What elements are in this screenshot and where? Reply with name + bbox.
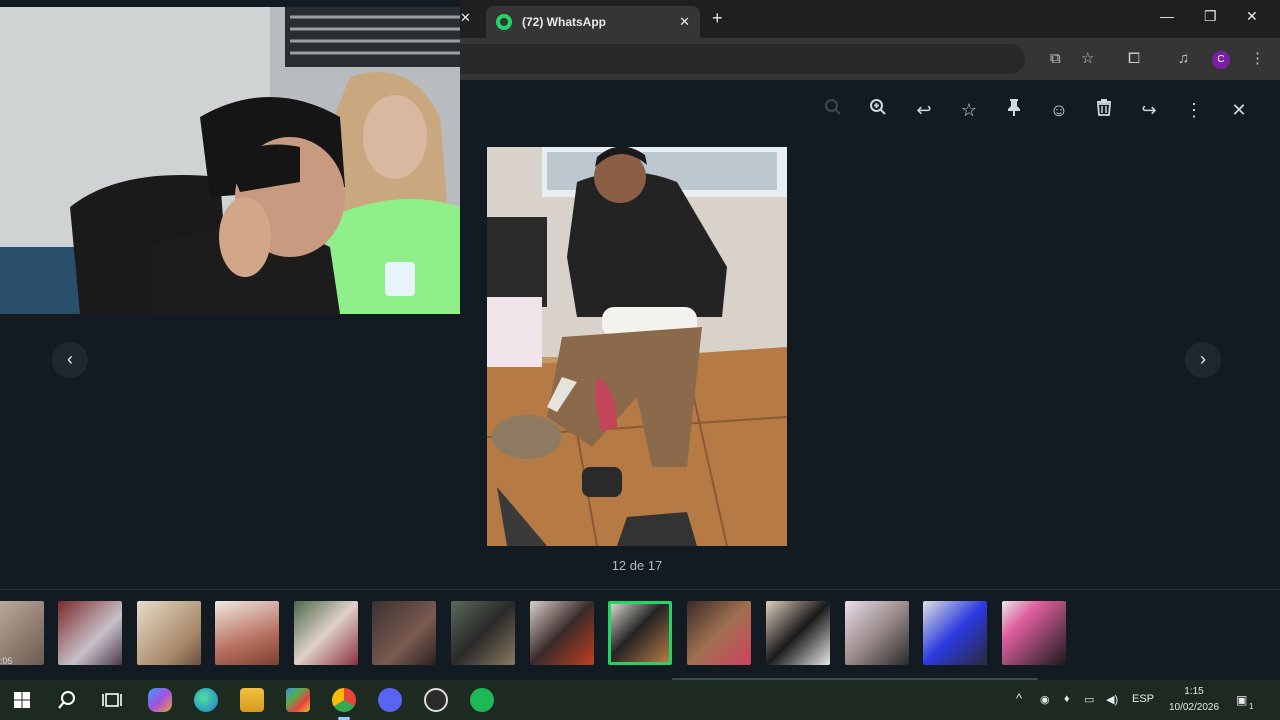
clock-time: 1:15 [1184,686,1204,697]
tab-title: (72) WhatsApp [522,15,606,29]
webcam-overlay [0,7,460,314]
previous-media-button[interactable]: ‹ [52,342,88,378]
thumbnail[interactable] [294,601,358,665]
discord-tray-icon[interactable]: ◉ [1040,693,1050,706]
system-clock[interactable]: 1:15 10/02/2026 [1160,684,1228,716]
browser-menu-icon[interactable]: ⋮ [1250,50,1265,68]
file-explorer-icon[interactable] [240,688,264,712]
taskbar: ^ ◉ ♦ ▭ ◀) ESP 1:15 10/02/2026 ▣ 1 [0,680,1280,720]
emoji-icon[interactable]: ☺ [1047,98,1071,122]
thumbnail-divider [0,589,1280,590]
media-control-icon[interactable]: ♫ [1178,50,1189,68]
main-media-image[interactable] [487,147,787,546]
notification-count-badge: 1 [1249,702,1254,711]
browser-toolbar: ⧉ ☆ ⧠ ♫ C ⋮ [460,38,1280,80]
bookmark-star-icon[interactable]: ☆ [1081,50,1094,68]
task-view-icon[interactable] [100,688,124,712]
screen: ✕ (72) WhatsApp ✕ + — ❐ ✕ ⧉ ☆ ⧠ ♫ C ⋮ ↩ … [0,0,1280,720]
speedtest-icon[interactable] [424,688,448,712]
tab-whatsapp[interactable]: (72) WhatsApp ✕ [486,6,700,38]
reply-icon[interactable]: ↩ [912,98,936,122]
profile-avatar[interactable]: C [1212,51,1230,69]
thumbnail[interactable] [1002,601,1066,665]
windows-start-icon[interactable] [10,688,34,712]
tab-close-icon[interactable]: ✕ [679,14,690,30]
minimize-button[interactable]: — [1160,8,1174,24]
thumbnail[interactable] [687,601,751,665]
pin-icon[interactable] [1002,98,1026,122]
thumbnail[interactable] [372,601,436,665]
new-tab-button[interactable]: + [712,8,723,29]
browser-tab-bar: ✕ (72) WhatsApp ✕ + — ❐ ✕ [460,0,1280,38]
install-app-icon[interactable]: ⧉ [1050,50,1061,68]
search-icon[interactable] [55,688,79,712]
show-hidden-icons-chevron-icon[interactable]: ^ [1016,691,1022,706]
microsoft-store-icon[interactable] [286,688,310,712]
network-icon[interactable]: ▭ [1084,693,1094,706]
whatsapp-icon [496,14,512,30]
restore-button[interactable]: ❐ [1204,8,1217,25]
thumbnail[interactable] [58,601,122,665]
close-window-button[interactable]: ✕ [1246,8,1258,25]
clock-date: 10/02/2026 [1168,702,1220,713]
media-counter: 12 de 17 [611,558,663,573]
extensions-icon[interactable]: ⧠ [1128,50,1140,68]
previous-tab-close-icon[interactable]: ✕ [460,10,471,26]
edge-icon[interactable] [194,688,218,712]
copilot-icon[interactable] [148,688,172,712]
zoom-in-icon[interactable] [866,98,890,122]
thumbnail[interactable] [451,601,515,665]
delete-icon[interactable] [1092,98,1116,122]
spotify-icon[interactable] [470,688,494,712]
forward-icon[interactable]: ↪ [1137,98,1161,122]
more-icon[interactable]: ⋮ [1182,98,1206,122]
thumbnail-timestamp: :05 [0,656,13,666]
close-icon[interactable]: ✕ [1227,98,1251,122]
star-icon[interactable]: ☆ [957,98,981,122]
notification-center-icon[interactable]: ▣ [1236,693,1247,707]
thumbnail[interactable] [923,601,987,665]
zoom-out-icon[interactable] [821,98,845,122]
thumbnail[interactable] [845,601,909,665]
thumbnail[interactable] [530,601,594,665]
language-indicator[interactable]: ESP [1132,693,1154,705]
thumbnail[interactable] [137,601,201,665]
thumbnail-strip [0,601,1280,667]
thumbnail[interactable] [766,601,830,665]
thumbnail[interactable] [215,601,279,665]
next-media-button[interactable]: › [1185,342,1221,378]
address-bar[interactable] [460,44,1025,74]
volume-icon[interactable]: ◀) [1106,693,1118,706]
discord-icon[interactable] [378,688,402,712]
chrome-icon[interactable] [332,688,356,720]
thumbnail-active[interactable] [608,601,672,665]
microphone-icon[interactable]: ♦ [1064,693,1070,705]
